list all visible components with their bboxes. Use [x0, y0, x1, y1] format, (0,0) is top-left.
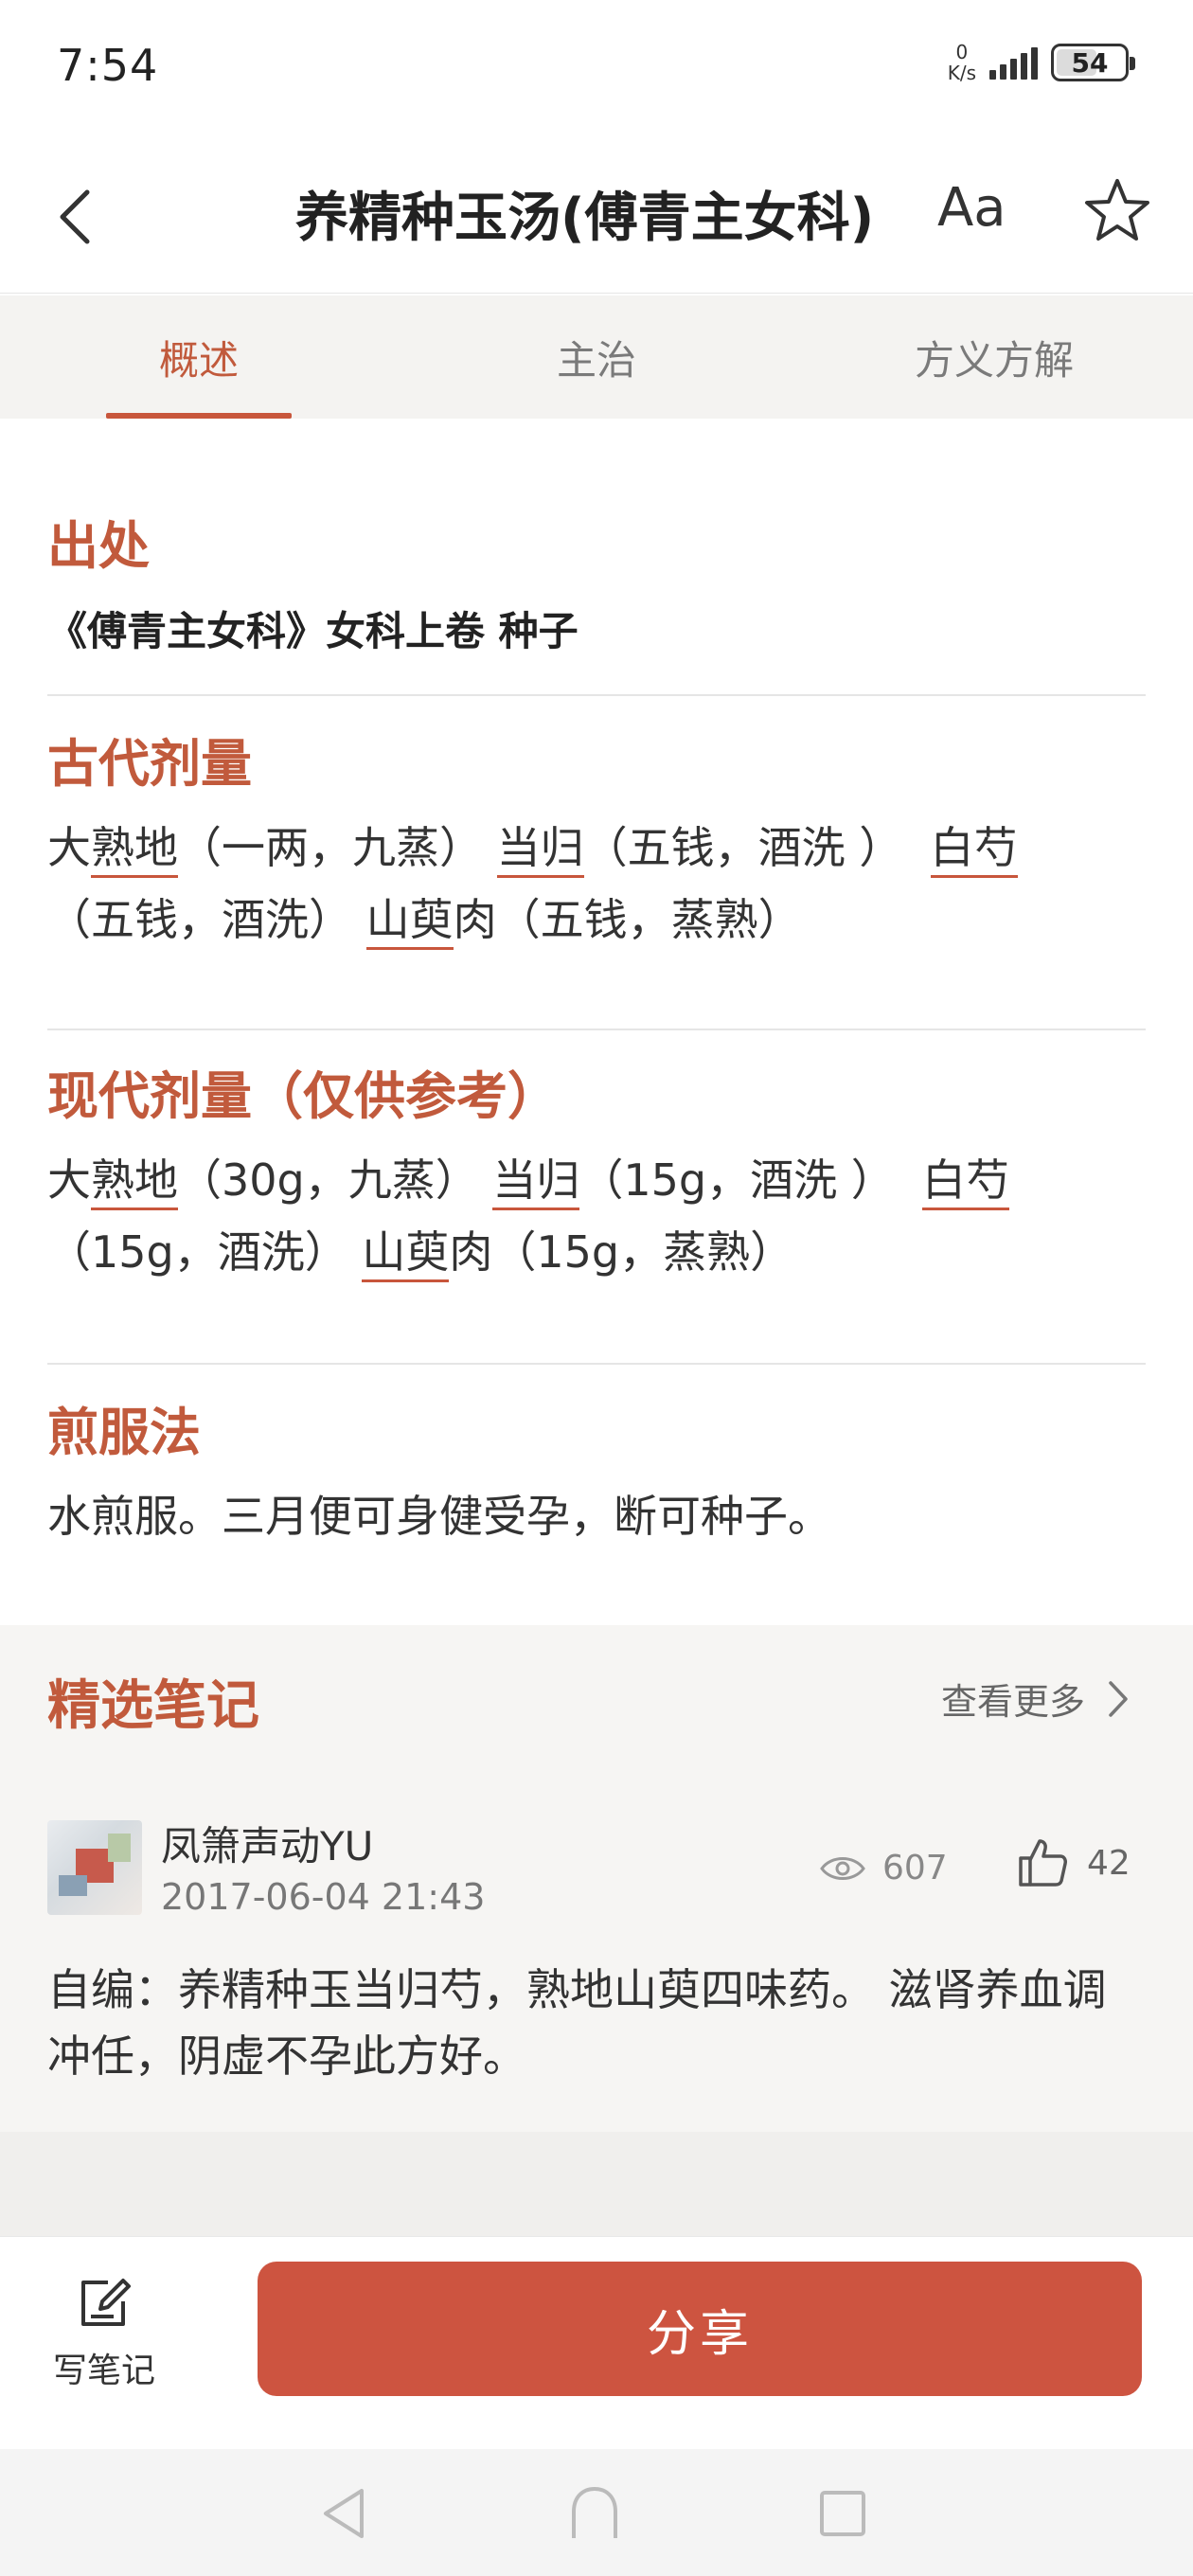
herb-link[interactable]: 熟地	[91, 822, 178, 878]
nav-recents-button[interactable]	[812, 2483, 873, 2544]
tab-label: 主治	[556, 336, 636, 384]
font-size-button[interactable]: Aa	[937, 177, 1006, 239]
modern-dosage-text: 大熟地（30g，九蒸） 当归（15g，酒洗 ） 白芍 （15g，酒洗） 山萸肉（1…	[47, 1144, 1146, 1288]
back-button[interactable]	[49, 177, 106, 253]
herb-link[interactable]: 山萸	[365, 894, 454, 950]
back-icon	[60, 189, 90, 244]
divider	[47, 694, 1146, 696]
nav-recents-icon	[820, 2491, 865, 2536]
status-icons: 0 K/s 54	[948, 42, 1135, 83]
nav-back-button[interactable]	[316, 2483, 377, 2544]
note-author[interactable]: 凤箫声动YU	[161, 1815, 373, 1872]
tab-label: 方义方解	[914, 336, 1074, 384]
note-text: 自编：养精种玉当归芍，熟地山萸四味药。 滋肾养血调冲任，阴虚不孕此方好。	[47, 1964, 1107, 2082]
ancient-dosage-section: 古代剂量 大熟地（一两，九蒸） 当归（五钱，酒洗 ） 白芍 （五钱，酒洗） 山萸肉…	[47, 722, 1146, 956]
featured-notes: 精选笔记 查看更多 凤箫声动YU 2017-06-04 21:43 607 42…	[0, 1625, 1193, 2132]
decoction-section: 煎服法 水煎服。三月便可身健受孕，断可种子。	[47, 1390, 1146, 1552]
likes-count: 42	[1087, 1843, 1131, 1883]
herb-dose: （五钱，酒洗）	[47, 894, 352, 945]
herb-dose: （15g，酒洗 ）	[579, 1154, 895, 1206]
status-bar: 7:54 0 K/s 54	[0, 0, 1193, 137]
herb-link[interactable]: 白芍	[930, 822, 1018, 878]
source-section: 出处 《傅青主女科》女科上卷 种子	[47, 504, 1146, 657]
tab-active-indicator	[106, 413, 292, 419]
views-count: 607	[882, 1849, 948, 1887]
thumbs-up-icon	[1019, 1839, 1067, 1887]
herb-prefix: 大	[47, 1154, 91, 1206]
section-title: 煎服法	[47, 1403, 201, 1462]
tab-overview[interactable]: 概述	[0, 295, 398, 419]
write-note-button[interactable]: 写笔记	[38, 2275, 170, 2392]
bottom-action-bar: 写笔记 分享	[0, 2236, 1193, 2449]
chevron-right-icon	[1109, 1680, 1128, 1717]
herb-dose: （一两，九蒸）	[178, 822, 483, 873]
net-speed-unit: K/s	[947, 62, 976, 84]
share-button[interactable]: 分享	[258, 2262, 1142, 2396]
notes-title: 精选笔记	[47, 1675, 259, 1737]
title-bar: 养精种玉汤(傅青主女科) Aa	[0, 137, 1193, 294]
tab-bar: 概述 主治 方义方解	[0, 295, 1193, 419]
tab-indications[interactable]: 主治	[398, 295, 795, 419]
nav-home-icon	[572, 2486, 617, 2538]
nav-home-button[interactable]	[564, 2483, 625, 2544]
herb-dose: （五钱，酒洗 ）	[583, 822, 903, 873]
herb-prefix: 大	[47, 822, 91, 873]
source-text: 《傅青主女科》女科上卷 种子	[47, 608, 579, 654]
edit-note-icon	[81, 2279, 131, 2326]
herb-link[interactable]: 熟地	[91, 1154, 178, 1210]
ancient-dosage-text: 大熟地（一两，九蒸） 当归（五钱，酒洗 ） 白芍 （五钱，酒洗） 山萸肉（五钱，蒸…	[47, 812, 1146, 956]
section-title: 现代剂量（仅供参考）	[47, 1066, 559, 1126]
signal-icon	[989, 45, 1038, 80]
decoction-text: 水煎服。三月便可身健受孕，断可种子。	[47, 1491, 831, 1542]
herb-link[interactable]: 白芍	[921, 1154, 1009, 1210]
tab-formula-analysis[interactable]: 方义方解	[795, 295, 1193, 419]
section-title: 出处	[47, 516, 150, 576]
spacer-band	[0, 2132, 1193, 2236]
star-icon	[1085, 179, 1149, 241]
herb-dose: （30g，九蒸）	[178, 1154, 479, 1206]
tab-label: 概述	[158, 336, 239, 384]
eye-icon	[820, 1856, 865, 1880]
view-more-label: 查看更多	[940, 1681, 1085, 1723]
status-time: 7:54	[57, 40, 159, 91]
nav-back-icon	[324, 2489, 364, 2538]
write-note-label: 写笔记	[52, 2352, 155, 2390]
divider	[47, 1363, 1146, 1365]
herb-link[interactable]: 当归	[496, 822, 584, 878]
modern-dosage-section: 现代剂量（仅供参考） 大熟地（30g，九蒸） 当归（15g，酒洗 ） 白芍 （15…	[47, 1054, 1146, 1288]
herb-dose: 肉（五钱，蒸熟）	[453, 894, 802, 945]
divider	[47, 1029, 1146, 1030]
avatar[interactable]	[47, 1820, 142, 1915]
view-more-link[interactable]: 查看更多	[941, 1673, 1131, 1725]
herb-link[interactable]: 当归	[492, 1154, 580, 1210]
net-speed-value: 0	[955, 41, 969, 63]
battery-icon: 54	[1051, 44, 1135, 81]
herb-dose: 肉（15g，蒸熟）	[449, 1226, 794, 1278]
favorite-button[interactable]	[1081, 175, 1153, 247]
section-title: 古代剂量	[47, 734, 252, 794]
system-nav-bar	[0, 2449, 1193, 2576]
herb-dose: （15g，酒洗）	[47, 1226, 348, 1278]
like-button[interactable]: 42	[1015, 1835, 1131, 1890]
net-speed: 0 K/s	[948, 42, 976, 83]
herb-link[interactable]: 山萸	[362, 1226, 450, 1282]
note-date: 2017-06-04 21:43	[161, 1876, 486, 1918]
page-title: 养精种玉汤(傅青主女科)	[295, 188, 875, 249]
battery-level: 54	[1071, 46, 1109, 79]
note-views: 607	[820, 1849, 948, 1887]
